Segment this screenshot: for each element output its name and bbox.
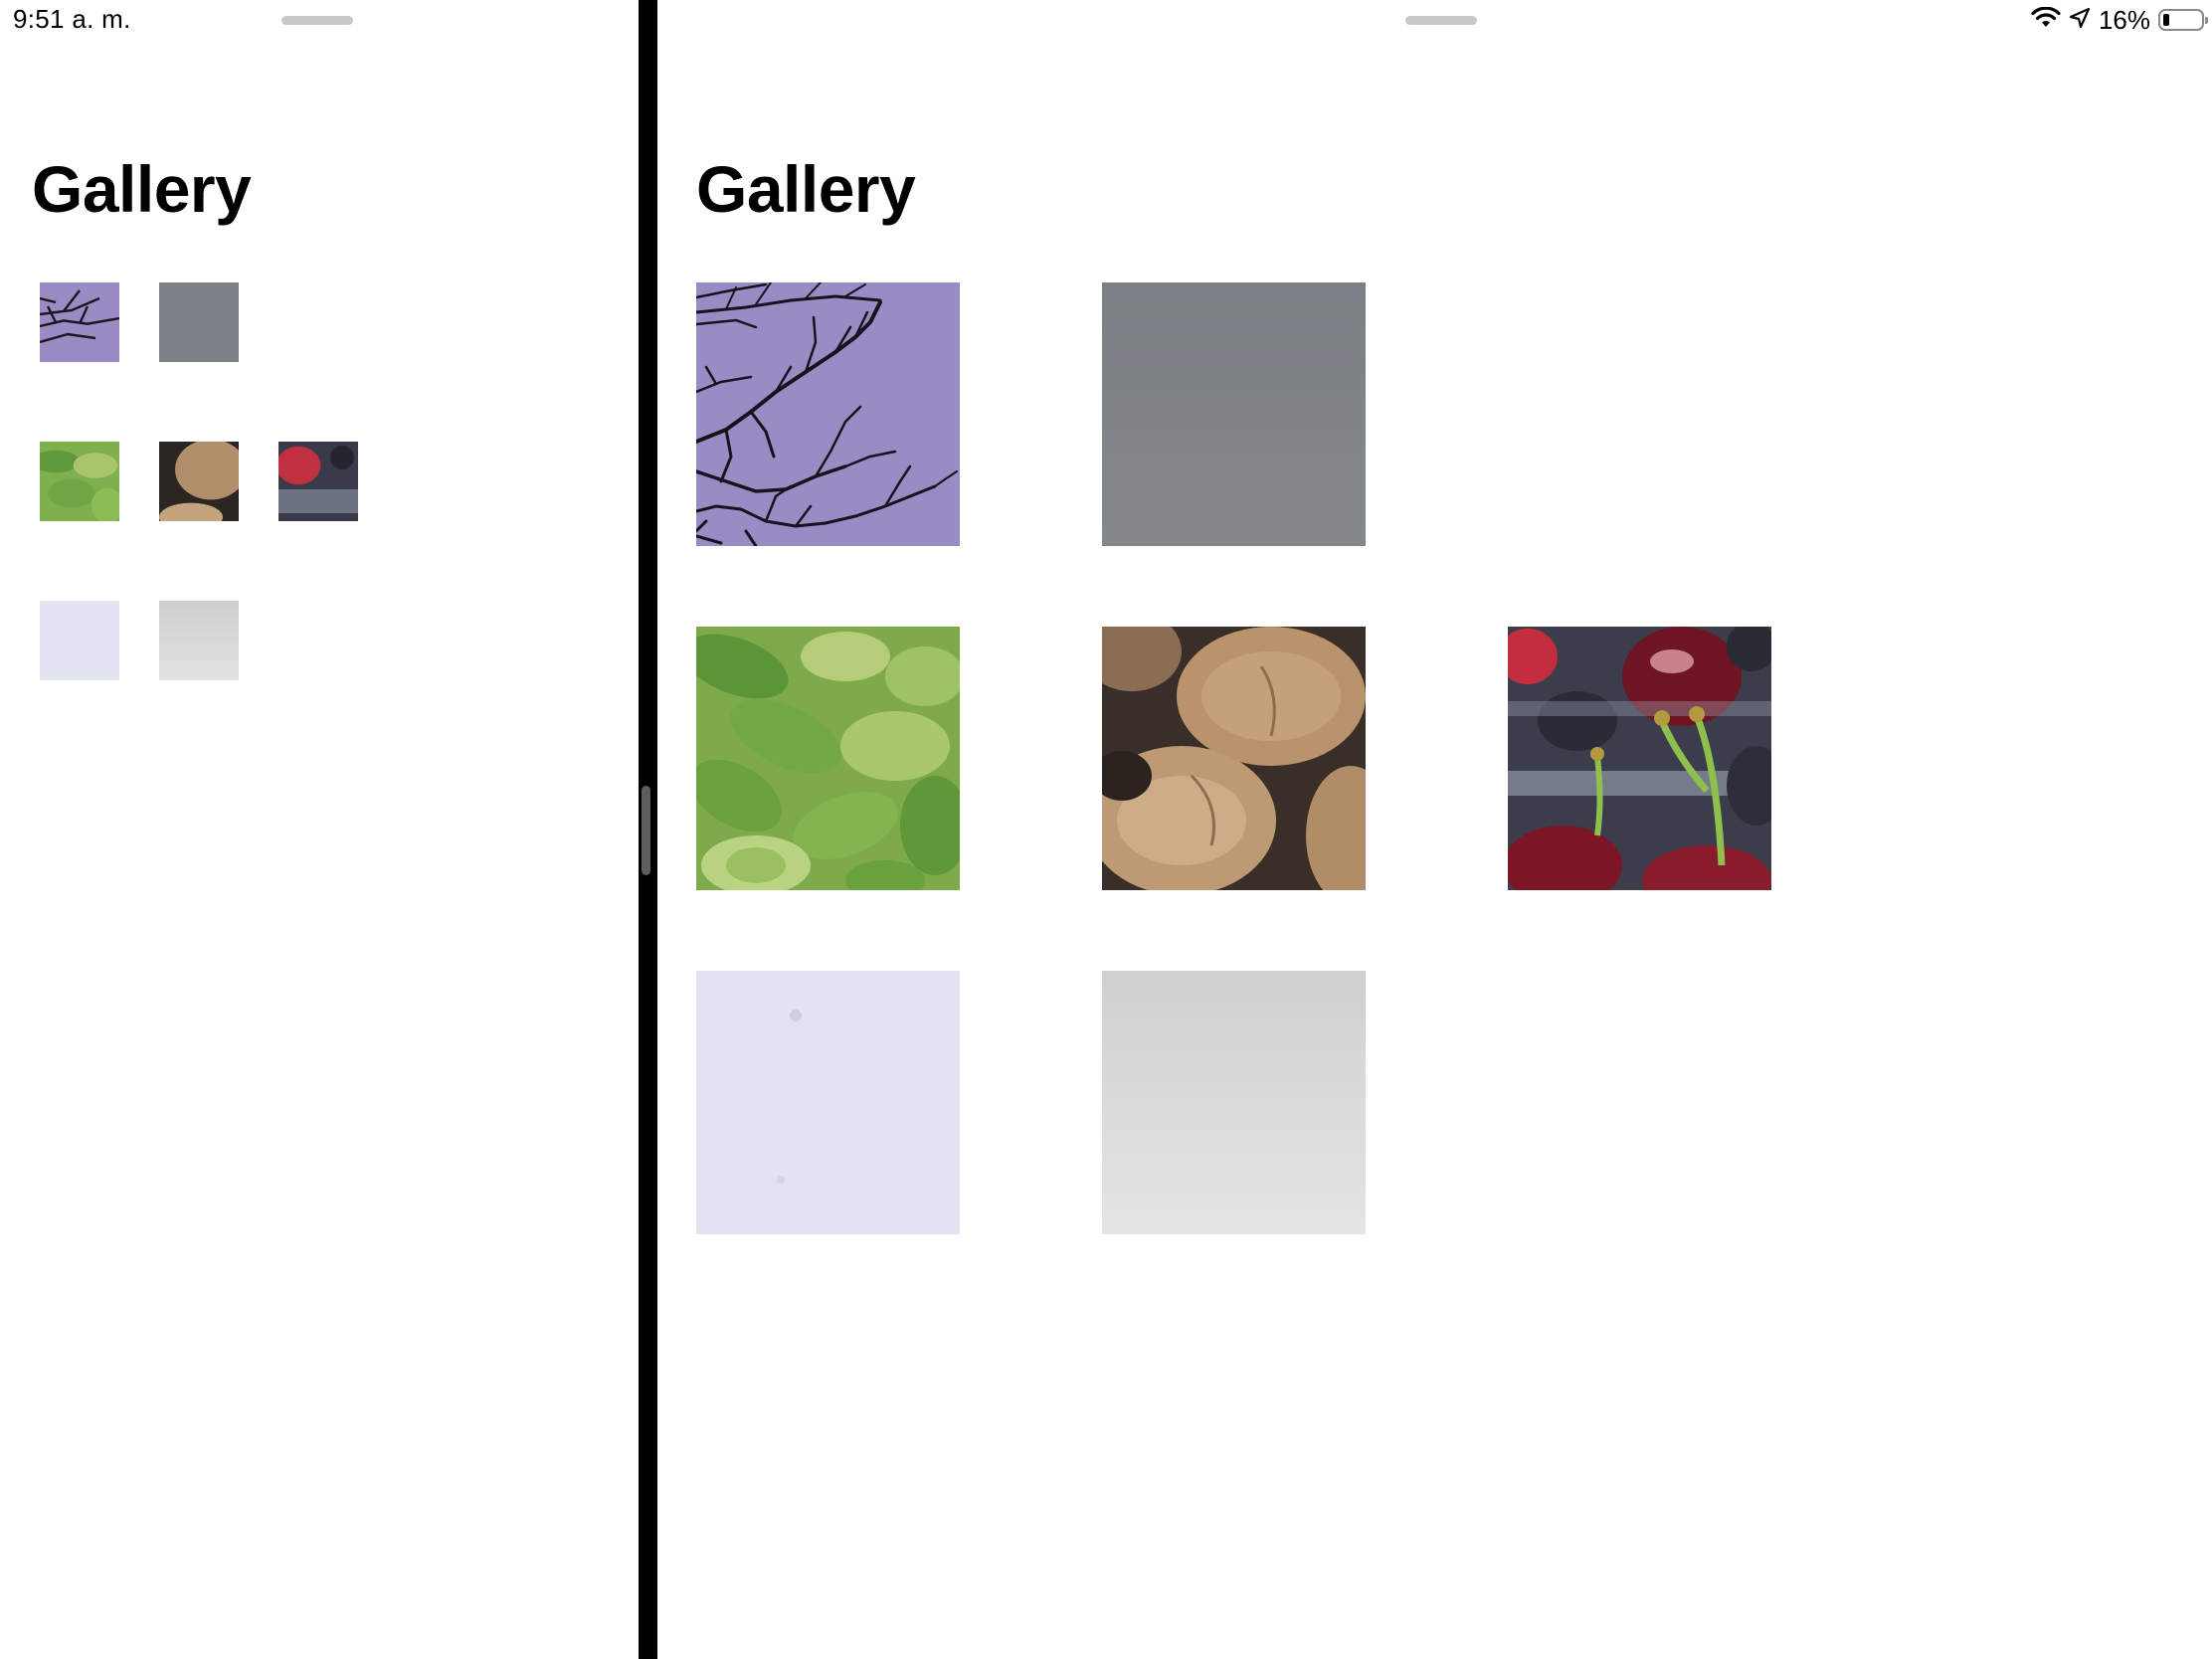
gallery-image-green-vegetables[interactable] [696,627,960,890]
gallery-thumbnail-gray[interactable] [159,282,239,362]
gallery-thumbnail-cherries[interactable] [278,442,358,521]
gallery-image-pale-lavender[interactable] [696,971,960,1234]
gallery-thumbnail-light-gray[interactable] [159,601,239,680]
gallery-thumbnail-green-vegetables[interactable] [40,442,119,521]
gallery-thumbnail-branches[interactable] [40,282,119,362]
page-title: Gallery [32,152,252,226]
right-app-pane: Gallery [657,0,2212,1659]
gallery-image-walnuts[interactable] [1102,627,1366,890]
gallery-image-branches[interactable] [696,282,960,546]
screen: 9:51 a. m. 16% Gallery Gallery [0,0,2212,1659]
gallery-thumbnail-walnuts[interactable] [159,442,239,521]
gallery-image-light-gray[interactable] [1102,971,1366,1234]
left-app-pane: Gallery [0,0,639,1659]
gallery-thumbnail-pale-lavender[interactable] [40,601,119,680]
split-view-handle[interactable] [642,786,650,875]
gallery-image-gray[interactable] [1102,282,1366,546]
page-title: Gallery [696,152,916,226]
gallery-image-cherries[interactable] [1508,627,1771,890]
